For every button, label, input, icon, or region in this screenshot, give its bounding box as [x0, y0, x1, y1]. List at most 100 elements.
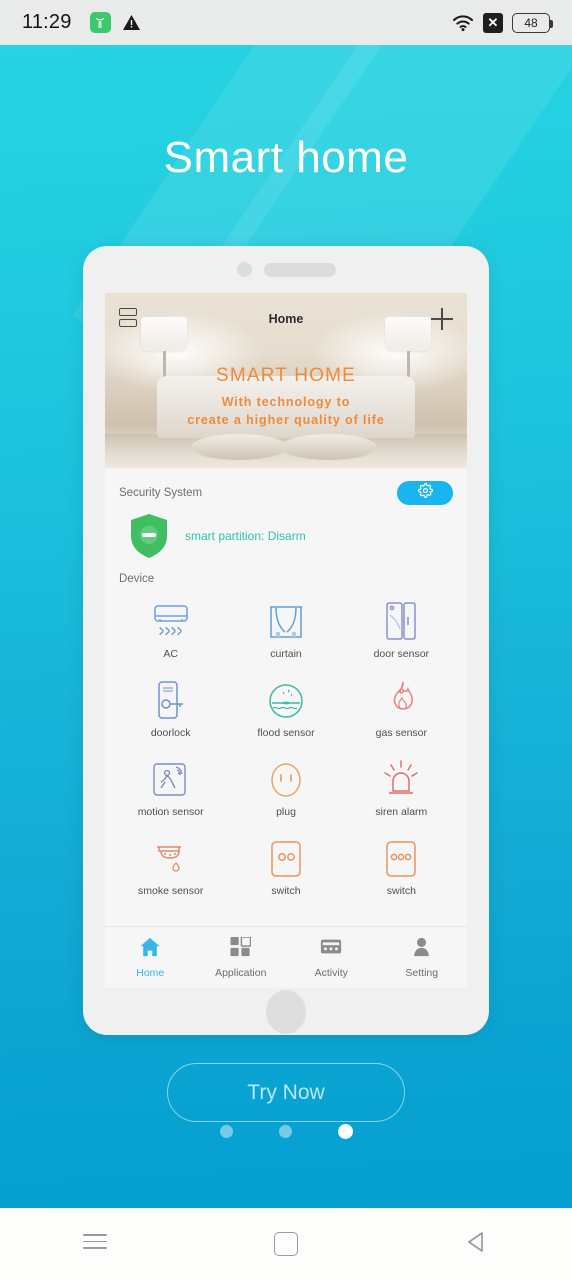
hero-subheading: With technology to create a higher quali…	[105, 393, 467, 429]
hero-subheading-line-2: create a higher quality of life	[187, 413, 385, 428]
health-app-icon	[89, 12, 111, 33]
android-home-button[interactable]	[191, 1232, 382, 1256]
device-label: switch	[386, 885, 416, 897]
android-menu-button[interactable]	[0, 1233, 191, 1254]
wifi-icon	[452, 14, 474, 32]
device-label: plug	[276, 806, 296, 818]
device-label: switch	[271, 885, 301, 897]
xbox-icon: ✕	[483, 12, 503, 33]
battery-icon: 48	[512, 12, 553, 33]
device-tile-gas-sensor[interactable]: gas sensor	[344, 672, 459, 745]
door-sensor-icon	[384, 599, 418, 641]
switch-3gang-icon	[384, 836, 418, 878]
hero-heading: SMART HOME	[215, 365, 357, 386]
tab-setting[interactable]: Setting	[377, 937, 468, 979]
flood-sensor-icon	[267, 678, 305, 720]
app-tab-bar: Home Application Activity Setting	[105, 926, 467, 988]
battery-level: 48	[524, 15, 538, 30]
hero-subheading-line-1: With technology to	[221, 395, 351, 409]
tab-label: Setting	[405, 966, 439, 979]
app-header-title: Home	[268, 312, 304, 326]
device-label: AC	[163, 648, 178, 660]
decorative-table	[281, 434, 377, 460]
ac-icon	[150, 599, 192, 641]
motion-sensor-icon	[152, 757, 190, 799]
security-status-row[interactable]: smart partition: Disarm	[105, 505, 467, 573]
tab-application[interactable]: Application	[196, 935, 287, 979]
tab-label: Activity	[314, 966, 348, 979]
curtain-icon	[267, 599, 305, 641]
app-screen: 11:29 ✕ 48 Smart home Home SMART HOME Wi…	[0, 0, 572, 1280]
phone-earpiece-area	[83, 246, 489, 293]
doorlock-icon	[155, 678, 187, 720]
hero-banner: Home SMART HOME With technology to creat…	[105, 293, 467, 468]
pagination-dots	[0, 1124, 572, 1139]
device-label: curtain	[270, 648, 302, 660]
device-tile-smoke-sensor[interactable]: smoke sensor	[113, 830, 228, 903]
device-tile-ac[interactable]: AC	[113, 593, 228, 666]
status-bar-notification-icons	[89, 12, 141, 33]
home-square-icon	[274, 1232, 298, 1256]
device-label: doorlock	[150, 727, 191, 739]
grid-icon	[230, 935, 252, 962]
layout-list-icon[interactable]	[119, 308, 137, 330]
device-tile-flood-sensor[interactable]: flood sensor	[228, 672, 343, 745]
page-title: Smart home	[163, 133, 409, 182]
phone-home-button-area	[83, 988, 489, 1035]
person-icon	[412, 937, 431, 962]
device-tile-switch-3gang[interactable]: switch	[344, 830, 459, 903]
security-section-title: Security System	[119, 487, 203, 499]
pagination-dot[interactable]	[278, 1125, 292, 1138]
home-icon	[139, 937, 161, 962]
activity-icon	[320, 937, 342, 962]
phone-mockup: Home SMART HOME With technology to creat…	[83, 246, 489, 1035]
device-tile-motion-sensor[interactable]: motion sensor	[113, 751, 228, 824]
pagination-dot-active[interactable]	[337, 1124, 353, 1139]
device-tile-switch-2gang[interactable]: switch	[228, 830, 343, 903]
earpiece-speaker	[263, 262, 336, 277]
tab-activity[interactable]: Activity	[286, 937, 377, 979]
plus-icon[interactable]	[431, 308, 453, 330]
device-label: flood sensor	[257, 727, 315, 739]
siren-alarm-icon	[382, 757, 420, 799]
device-section-title: Device	[119, 573, 155, 585]
security-status-text: smart partition: Disarm	[185, 529, 306, 543]
device-label: door sensor	[373, 648, 430, 660]
security-settings-button[interactable]	[397, 481, 453, 505]
security-section-header: Security System	[105, 468, 467, 505]
shield-disarm-icon	[129, 513, 169, 559]
android-navigation-bar	[0, 1208, 572, 1280]
warning-triangle-icon	[122, 13, 141, 32]
device-tile-door-sensor[interactable]: door sensor	[344, 593, 459, 666]
phone-home-button[interactable]	[266, 989, 306, 1034]
menu-icon	[83, 1233, 108, 1254]
status-bar-system-icons: ✕ 48	[452, 12, 553, 33]
tab-label: Home	[136, 966, 165, 979]
device-tile-siren-alarm[interactable]: siren alarm	[344, 751, 459, 824]
decorative-table	[191, 434, 287, 460]
smoke-sensor-icon	[152, 836, 190, 878]
gear-icon	[417, 483, 433, 503]
device-tile-curtain[interactable]: curtain	[228, 593, 343, 666]
android-back-button[interactable]	[381, 1230, 572, 1259]
back-triangle-icon	[465, 1230, 489, 1259]
status-bar: 11:29 ✕ 48	[0, 0, 572, 45]
switch-2gang-icon	[269, 836, 303, 878]
plug-icon	[268, 757, 304, 799]
phone-screen: Home SMART HOME With technology to creat…	[105, 293, 467, 988]
device-grid: AC curtain door sensor doorlock flood se…	[105, 589, 467, 913]
hero-text: SMART HOME With technology to create a h…	[105, 365, 467, 429]
pagination-dot[interactable]	[219, 1125, 233, 1138]
device-tile-doorlock[interactable]: doorlock	[113, 672, 228, 745]
status-bar-time: 11:29	[22, 11, 72, 33]
device-label: siren alarm	[375, 806, 428, 818]
device-label: gas sensor	[375, 727, 428, 739]
device-tile-plug[interactable]: plug	[228, 751, 343, 824]
tab-home[interactable]: Home	[105, 937, 196, 979]
gas-sensor-icon	[384, 678, 418, 720]
try-now-button[interactable]: Try Now	[167, 1063, 405, 1122]
front-camera-icon	[236, 262, 252, 277]
device-label: smoke sensor	[137, 885, 204, 897]
tab-label: Application	[215, 966, 267, 979]
app-header: Home	[105, 293, 467, 345]
